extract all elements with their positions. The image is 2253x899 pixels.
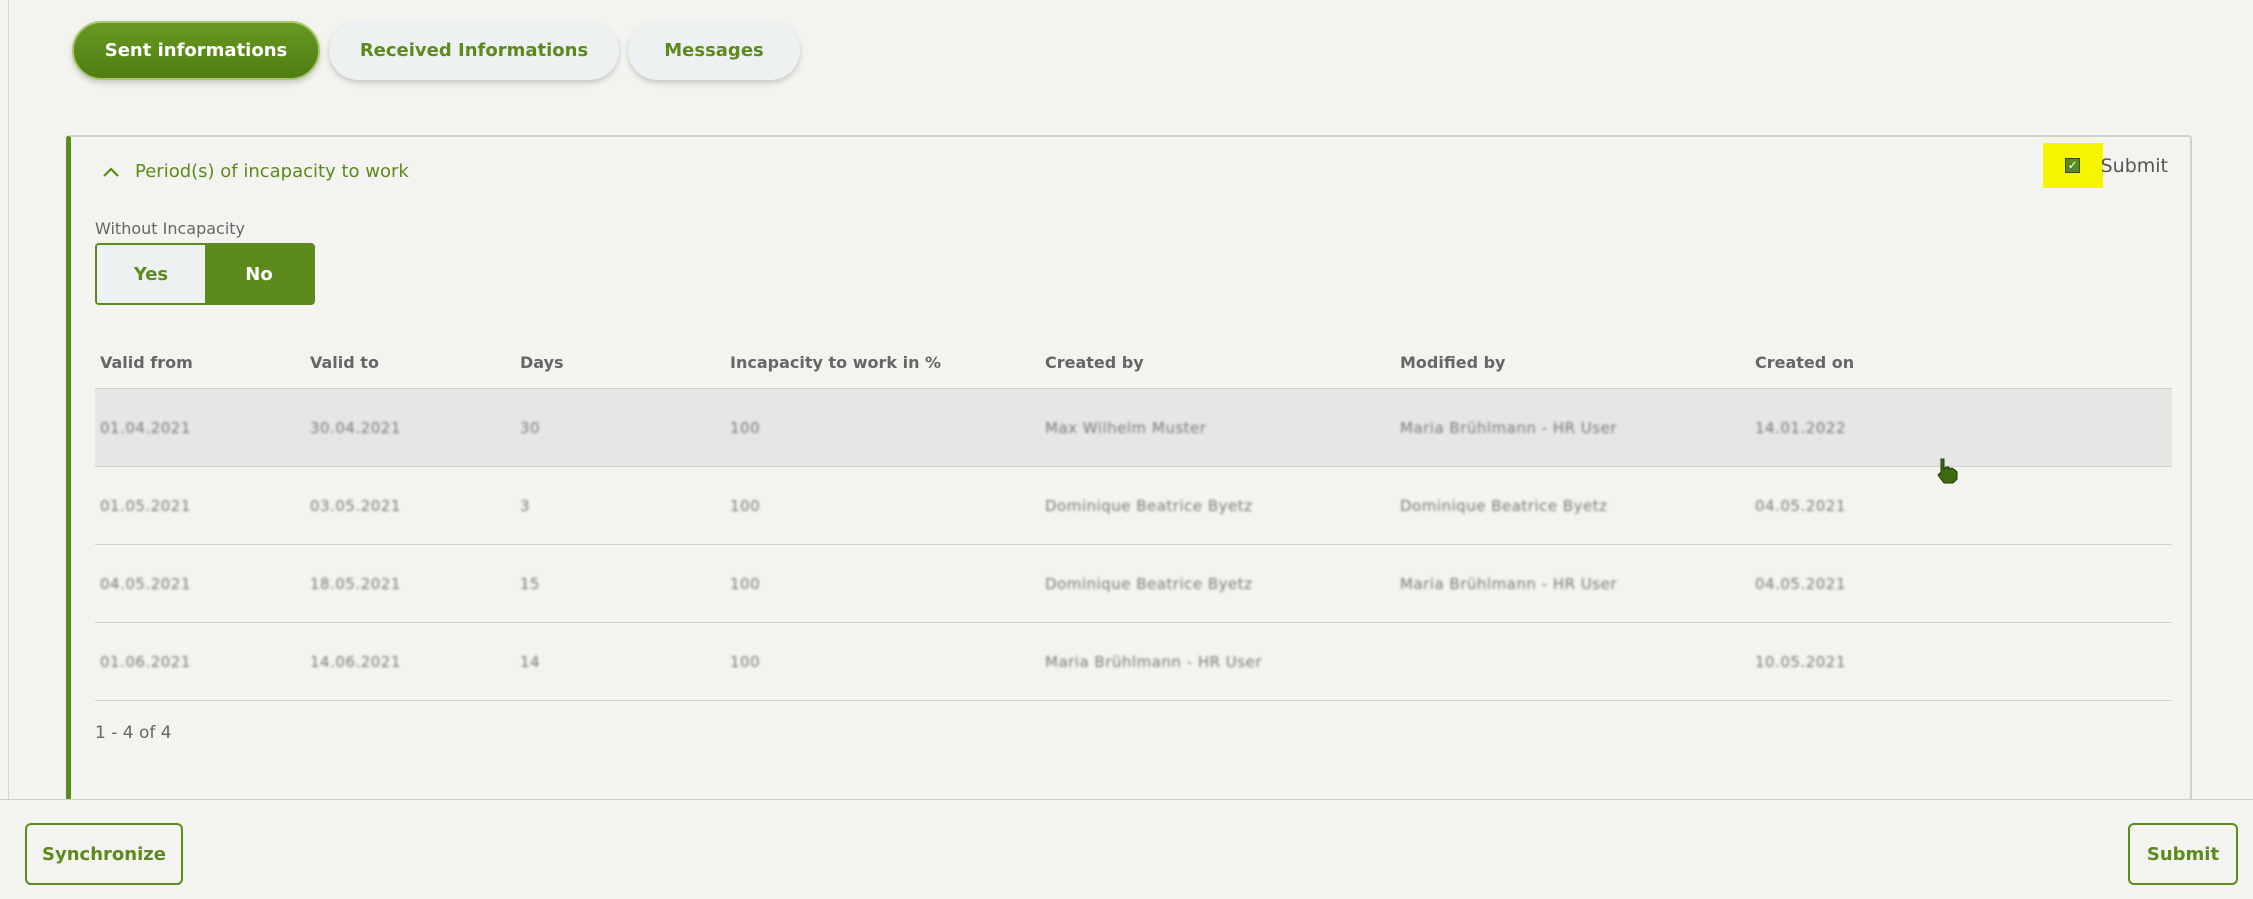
tab-sent-informations[interactable]: Sent informations	[72, 21, 320, 80]
chevron-up-icon	[103, 166, 119, 177]
section-title: Period(s) of incapacity to work	[135, 161, 409, 182]
cell-valid-from: 01.05.2021	[100, 496, 191, 515]
column-header[interactable]: Modified by	[1395, 353, 1750, 372]
cell-incapacity-percent: 100	[730, 574, 761, 593]
toggle-yes-button[interactable]: Yes	[97, 245, 205, 303]
table-row[interactable]: 01.05.2021 03.05.2021 3 100 Dominique Be…	[95, 467, 2172, 545]
left-border	[8, 0, 9, 800]
cell-valid-to: 14.06.2021	[310, 652, 401, 671]
hand-cursor-icon	[1937, 458, 1958, 484]
cell-incapacity-percent: 100	[730, 496, 761, 515]
checkbox-highlight: ✓	[2042, 143, 2103, 188]
table-row[interactable]: 01.04.2021 30.04.2021 30 100 Max Wilhelm…	[95, 389, 2172, 467]
column-header[interactable]: Valid to	[305, 353, 515, 372]
cell-valid-from: 01.04.2021	[100, 418, 191, 437]
cell-days: 15	[520, 574, 541, 593]
without-incapacity-toggle: Yes No	[95, 243, 315, 305]
table-row[interactable]: 01.06.2021 14.06.2021 14 100 Maria Brühl…	[95, 623, 2172, 701]
cell-created-on: 10.05.2021	[1755, 652, 1846, 671]
cell-created-by: Max Wilhelm Muster	[1045, 418, 1207, 437]
column-header[interactable]: Created by	[1040, 353, 1395, 372]
table-header: Valid from Valid to Days Incapacity to w…	[95, 337, 2172, 389]
incapacity-panel: Period(s) of incapacity to work ✓ Submit…	[66, 135, 2192, 799]
cell-created-on: 04.05.2021	[1755, 574, 1846, 593]
cell-valid-to: 18.05.2021	[310, 574, 401, 593]
cell-days: 3	[520, 496, 531, 515]
cell-modified-by: Maria Brühlmann - HR User	[1400, 418, 1617, 437]
cell-days: 30	[520, 418, 541, 437]
section-toggle[interactable]: Period(s) of incapacity to work	[101, 161, 409, 182]
cell-valid-to: 30.04.2021	[310, 418, 401, 437]
tab-messages[interactable]: Messages	[628, 21, 800, 80]
cell-created-by: Dominique Beatrice Byetz	[1045, 496, 1253, 515]
tab-received-informations[interactable]: Received Informations	[329, 21, 619, 80]
tab-bar: Sent informations Received Informations …	[72, 21, 800, 80]
table-row[interactable]: 04.05.2021 18.05.2021 15 100 Dominique B…	[95, 545, 2172, 623]
cell-valid-to: 03.05.2021	[310, 496, 401, 515]
toggle-no-button[interactable]: No	[205, 245, 313, 303]
cell-created-by: Dominique Beatrice Byetz	[1045, 574, 1253, 593]
submit-button[interactable]: Submit	[2128, 823, 2238, 885]
cell-modified-by: Dominique Beatrice Byetz	[1400, 496, 1608, 515]
column-header[interactable]: Valid from	[95, 353, 305, 372]
cell-incapacity-percent: 100	[730, 418, 761, 437]
pagination-info: 1 - 4 of 4	[95, 723, 172, 743]
incapacity-table: Valid from Valid to Days Incapacity to w…	[95, 337, 2172, 743]
cell-modified-by: Maria Brühlmann - HR User	[1400, 574, 1617, 593]
submit-checkbox[interactable]: ✓	[2065, 158, 2081, 173]
column-header[interactable]: Created on	[1750, 353, 2050, 372]
cell-valid-from: 04.05.2021	[100, 574, 191, 593]
cell-created-on: 14.01.2022	[1755, 418, 1846, 437]
synchronize-button[interactable]: Synchronize	[25, 823, 183, 885]
cell-created-by: Maria Brühlmann - HR User	[1045, 652, 1262, 671]
column-header[interactable]: Incapacity to work in %	[725, 353, 1040, 372]
cell-valid-from: 01.06.2021	[100, 652, 191, 671]
cell-incapacity-percent: 100	[730, 652, 761, 671]
cell-created-on: 04.05.2021	[1755, 496, 1846, 515]
without-incapacity-label: Without Incapacity	[95, 219, 246, 238]
submit-checkbox-group: ✓ Submit	[2042, 143, 2168, 188]
cell-days: 14	[520, 652, 541, 671]
column-header[interactable]: Days	[515, 353, 725, 372]
submit-checkbox-label: Submit	[2100, 154, 2168, 177]
footer-divider	[0, 799, 2253, 800]
